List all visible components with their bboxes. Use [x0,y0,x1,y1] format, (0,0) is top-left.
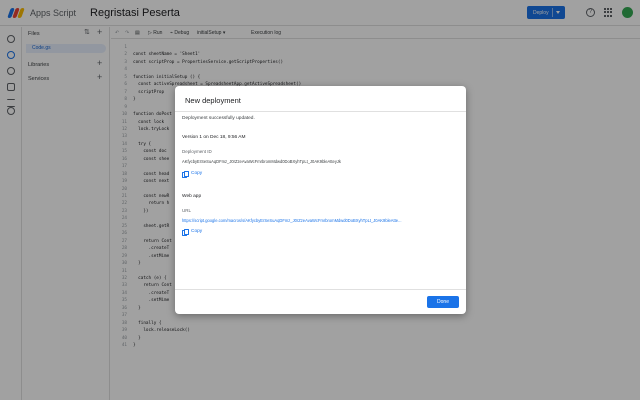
success-message: Deployment successfully updated. [182,116,255,121]
deployment-id-label: Deployment ID [182,149,212,154]
web-app-heading: Web app [182,194,202,199]
copy-icon [182,228,189,236]
copy-url-button[interactable]: Copy [182,228,203,236]
copy-deployment-id-button[interactable]: Copy [182,170,203,178]
version-info: Version 1 on Dec 18, 9:56 AM [182,135,246,140]
dialog-top-divider [175,111,466,112]
url-label: URL [182,208,192,213]
dialog-bottom-divider [175,289,466,290]
done-label: Done [437,299,449,305]
copy-label: Copy [191,171,203,176]
done-button[interactable]: Done [427,296,459,308]
web-app-url-link[interactable]: https://script.google.com/macros/s/AKfyc… [182,218,460,223]
copy-icon [182,170,189,178]
copy-label: Copy [191,229,203,234]
new-deployment-dialog: New deployment Deployment successfully u… [175,86,466,314]
dialog-title: New deployment [185,96,241,105]
deployment-id-value[interactable]: AKfycbyErSeSuAqDFmz_J0rZzeAvaWcFmrbromMd… [182,159,341,164]
